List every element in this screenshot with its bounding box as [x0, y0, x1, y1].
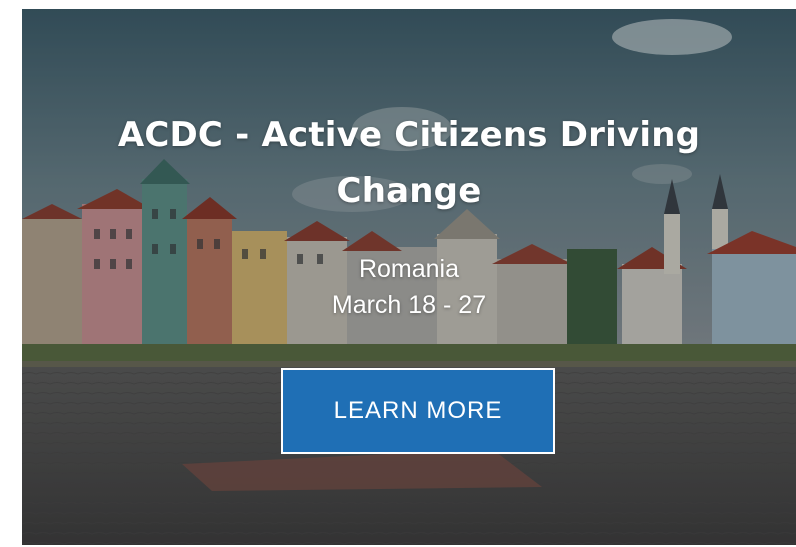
hero-content: ACDC - Active Citizens Driving Change Ro…	[22, 9, 796, 545]
learn-more-button[interactable]: LEARN MORE	[281, 368, 555, 454]
event-title: ACDC - Active Citizens Driving Change	[117, 115, 701, 211]
event-hero-card: ACDC - Active Citizens Driving Change Ro…	[22, 9, 796, 545]
event-location: Romania	[358, 255, 460, 283]
event-dates: March 18 - 27	[331, 291, 487, 319]
